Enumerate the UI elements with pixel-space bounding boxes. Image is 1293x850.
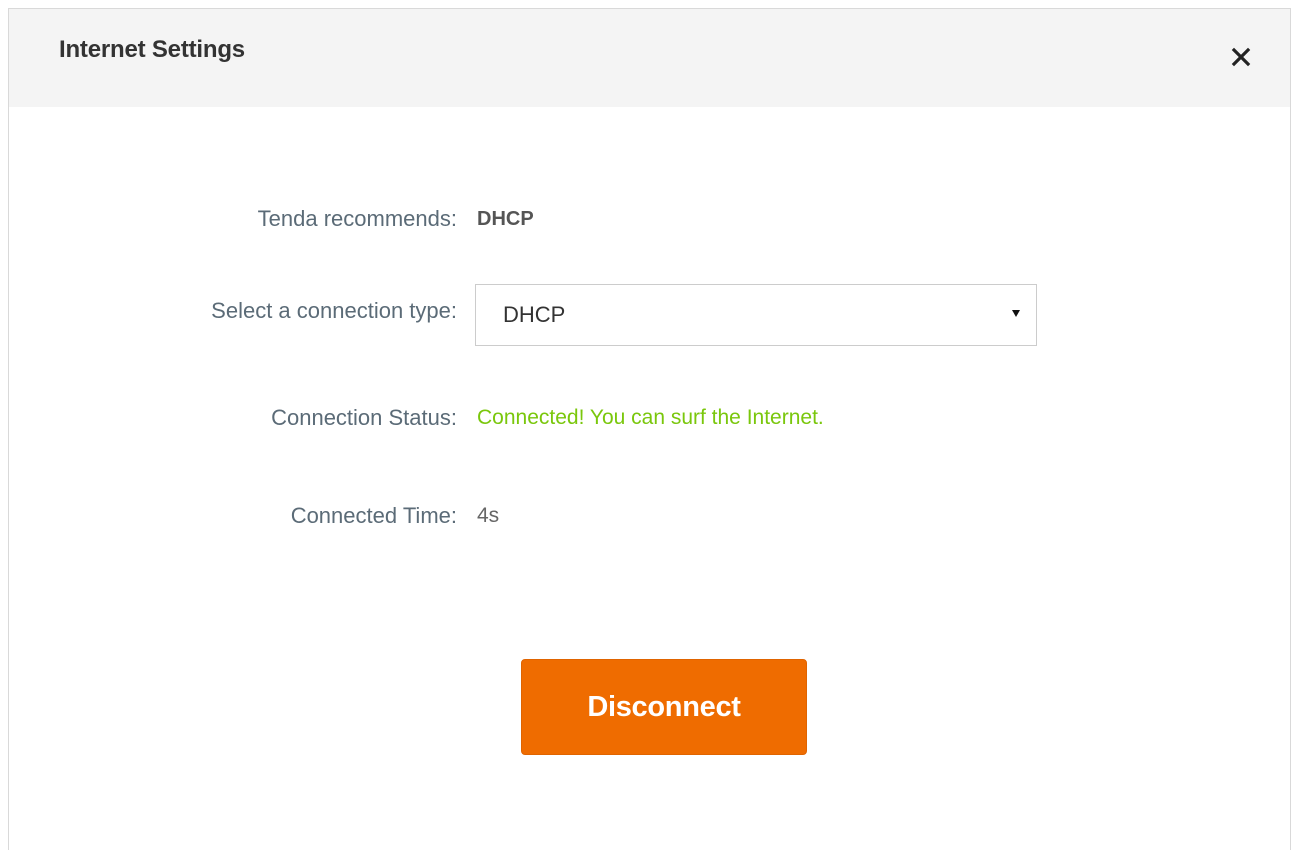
disconnect-button[interactable]: Disconnect — [521, 659, 807, 755]
connection-status-label: Connection Status: — [271, 405, 457, 430]
connection-type-selected: DHCP — [503, 302, 566, 327]
close-button[interactable] — [1224, 39, 1258, 73]
connection-type-label: Select a connection type: — [211, 298, 457, 323]
connected-time-value: 4s — [477, 504, 500, 527]
recommend-value: DHCP — [477, 208, 534, 230]
recommend-label: Tenda recommends: — [257, 206, 457, 231]
connected-time-label: Connected Time: — [290, 503, 457, 528]
dialog-title: Internet Settings — [59, 36, 245, 63]
dialog-header: Internet Settings — [9, 9, 1290, 107]
connection-type-select[interactable]: DHCP — [475, 284, 1037, 346]
connection-status-value: Connected! You can surf the Internet. — [477, 406, 824, 429]
caret-down-icon — [1012, 310, 1020, 317]
close-icon — [1231, 47, 1251, 67]
